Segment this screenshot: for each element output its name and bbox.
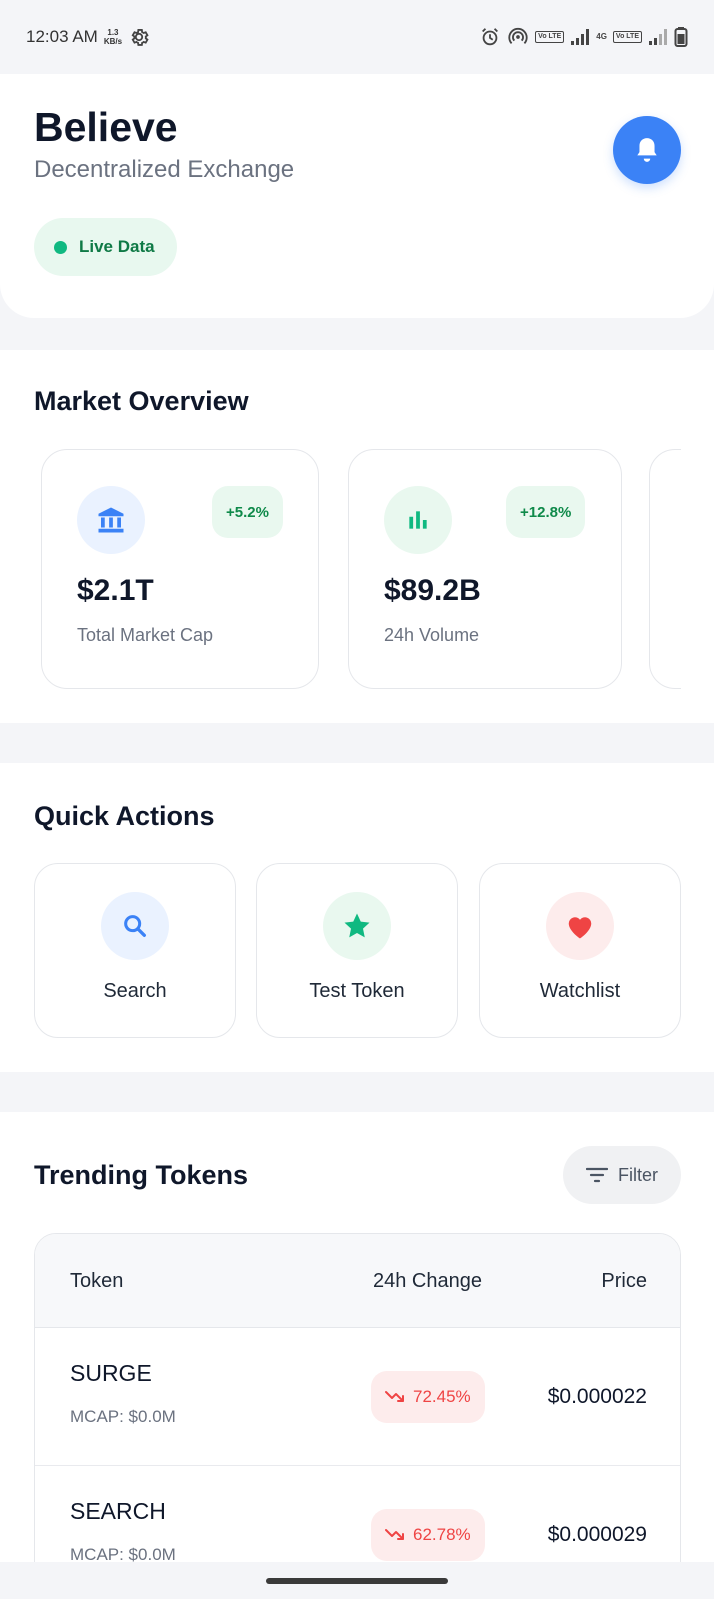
- market-overview-section: Market Overview +5.2% $2.1T Total Market…: [0, 350, 714, 723]
- token-name: SEARCH: [70, 1498, 166, 1524]
- card-label: Total Market Cap: [77, 625, 214, 645]
- live-data-badge: Live Data: [34, 218, 177, 276]
- home-gesture-handle[interactable]: [266, 1578, 448, 1584]
- token-price: $0.000022: [547, 1385, 647, 1408]
- volte-badge-2: Vo LTE: [612, 31, 642, 43]
- status-right: Vo LTE 4G Vo LTE: [479, 26, 688, 48]
- watchlist-action-button[interactable]: Watchlist: [479, 863, 681, 1038]
- search-action-button[interactable]: Search: [34, 863, 236, 1038]
- card-value: $89.2B: [384, 574, 481, 607]
- battery-icon: [674, 26, 688, 48]
- carousel-clip: [681, 440, 714, 700]
- table-row[interactable]: SURGE MCAP: $0.0M 72.45% $0.000022: [35, 1328, 680, 1466]
- alarm-icon: [479, 26, 501, 48]
- action-label: Test Token: [309, 980, 405, 1002]
- action-label: Watchlist: [539, 980, 621, 1002]
- market-card-24h-volume[interactable]: +12.8% $89.2B 24h Volume: [348, 449, 622, 689]
- token-price: $0.000029: [547, 1523, 647, 1546]
- app-title: Believe: [34, 104, 178, 150]
- trending-tokens-title: Trending Tokens: [34, 1160, 249, 1190]
- trending-table: Token 24h Change Price SURGE MCAP: $0.0M…: [34, 1233, 681, 1593]
- change-badge: +5.2%: [212, 486, 283, 538]
- market-card-total-cap[interactable]: +5.2% $2.1T Total Market Cap: [41, 449, 319, 689]
- system-nav-bar: [0, 1562, 714, 1599]
- screen: 12:03 AM 1.3 KB/s Vo LTE 4G Vo LTE Belie…: [0, 0, 714, 1599]
- filter-icon: [586, 1166, 608, 1184]
- signal-icon-2: [648, 28, 668, 46]
- test-token-action-button[interactable]: Test Token: [256, 863, 458, 1038]
- change-badge: 62.78%: [371, 1509, 485, 1561]
- action-label: Search: [103, 980, 167, 1002]
- card-value: $2.1T: [77, 574, 154, 607]
- bank-icon: [77, 486, 145, 554]
- column-header-change[interactable]: 24h Change: [373, 1270, 482, 1293]
- net-speed-value: 1.3: [107, 28, 119, 37]
- net-speed: 1.3 KB/s: [104, 28, 122, 46]
- status-bar: 12:03 AM 1.3 KB/s Vo LTE 4G Vo LTE: [0, 0, 714, 74]
- filter-button[interactable]: Filter: [563, 1146, 681, 1204]
- token-name: SURGE: [70, 1360, 152, 1386]
- token-mcap: MCAP: $0.0M: [70, 1407, 176, 1426]
- card-label: 24h Volume: [384, 625, 480, 645]
- change-badge: +12.8%: [506, 486, 586, 538]
- volte-badge: Vo LTE: [535, 31, 565, 43]
- change-badge: 72.45%: [371, 1371, 485, 1423]
- status-left: 12:03 AM 1.3 KB/s: [26, 26, 150, 48]
- net-speed-unit: KB/s: [103, 37, 123, 46]
- bar-chart-icon: [384, 486, 452, 554]
- signal-icon: [570, 28, 590, 46]
- app-subtitle: Decentralized Exchange: [34, 156, 295, 183]
- filter-label: Filter: [618, 1164, 658, 1185]
- notifications-button[interactable]: [613, 116, 681, 184]
- star-icon: [323, 892, 391, 960]
- header-card: Believe Decentralized Exchange Live Data: [0, 74, 714, 318]
- change-value: 72.45%: [413, 1387, 471, 1406]
- change-value: 62.78%: [413, 1525, 471, 1544]
- column-header-token[interactable]: Token: [70, 1270, 123, 1293]
- hotspot-icon: [507, 26, 529, 48]
- trending-tokens-section: Trending Tokens Filter Token 24h Change …: [0, 1112, 714, 1593]
- settings-gear-icon: [128, 26, 150, 48]
- heart-icon: [546, 892, 614, 960]
- status-time: 12:03 AM: [26, 27, 98, 46]
- bell-icon: [634, 136, 660, 164]
- market-overview-title: Market Overview: [34, 386, 249, 416]
- trending-down-icon: [385, 1528, 405, 1542]
- live-dot: [54, 240, 67, 254]
- network-4g-label: 4G: [596, 32, 607, 41]
- live-data-label: Live Data: [79, 237, 155, 256]
- search-icon: [101, 892, 169, 960]
- table-header: Token 24h Change Price: [35, 1234, 680, 1328]
- column-header-price[interactable]: Price: [601, 1270, 647, 1293]
- trending-down-icon: [385, 1390, 405, 1404]
- quick-actions-title: Quick Actions: [34, 801, 215, 831]
- quick-actions-section: Quick Actions Search Test Token Watchlis…: [0, 763, 714, 1072]
